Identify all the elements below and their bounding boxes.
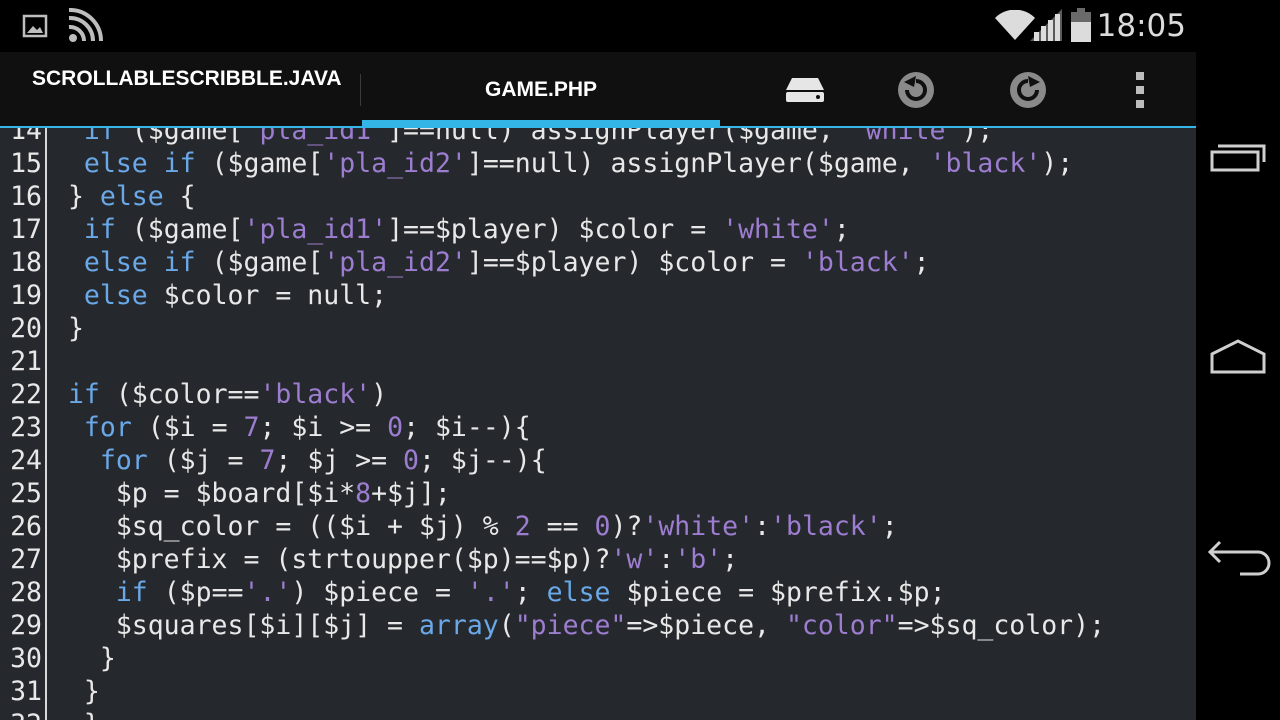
line-number: 29 (10, 610, 42, 641)
line-number: 17 (10, 214, 42, 245)
gutter-divider (45, 128, 47, 720)
tab-game-php[interactable]: GAME.PHP (362, 52, 720, 128)
status-bar: 18:05 (0, 0, 1196, 52)
navigation-bar (1196, 0, 1280, 720)
line-number: 19 (10, 280, 42, 311)
code-text: for ($i = 7; $i >= 0; $i--){ (83, 412, 531, 443)
code-line[interactable]: 22 if ($color=='black') (0, 378, 387, 411)
code-line[interactable]: 14 if ($game['pla_id1']==null) assignPla… (0, 128, 993, 147)
tab-label: SCROLLABLESCRIBBLE.JAVA (32, 67, 342, 90)
code-line[interactable]: 31 } (0, 675, 100, 708)
tab-divider (360, 74, 361, 106)
recent-apps-button[interactable] (1196, 116, 1280, 206)
clock: 18:05 (1096, 8, 1186, 44)
code-line[interactable]: 18 else if ($game['pla_id2']==$player) $… (0, 246, 930, 279)
code-line[interactable]: 21 (0, 345, 42, 378)
code-line[interactable]: 26 $sq_color = (($i + $j) % 2 == 0)?'whi… (0, 510, 898, 543)
code-editor[interactable]: 14 if ($game['pla_id1']==null) assignPla… (0, 128, 1196, 720)
code-line[interactable]: 19 else $color = null; (0, 279, 387, 312)
code-lines: 14 if ($game['pla_id1']==null) assignPla… (0, 128, 1105, 720)
line-number: 22 (10, 379, 42, 410)
code-line[interactable]: 27 $prefix = (strtoupper($p)==$p)?'w':'b… (0, 543, 738, 576)
active-tab-indicator (362, 120, 720, 128)
home-button[interactable] (1196, 316, 1280, 406)
code-text: } (52, 313, 84, 344)
code-line[interactable]: 29 $squares[$i][$j] = array("piece"=>$pi… (0, 609, 1105, 642)
code-text: } else { (52, 181, 196, 212)
code-text: $prefix = (strtoupper($p)==$p)?'w':'b'; (52, 544, 739, 575)
code-text: if ($game['pla_id1']==null) assignPlayer… (83, 128, 994, 146)
code-line[interactable]: 24 for ($j = 7; $j >= 0; $j--){ (0, 444, 547, 477)
code-line[interactable]: 20 } (0, 312, 84, 345)
code-text: for ($j = 7; $j >= 0; $j--){ (99, 445, 547, 476)
code-text: } (52, 643, 116, 674)
code-line[interactable]: 25 $p = $board[$i*8+$j]; (0, 477, 451, 510)
line-number: 28 (10, 577, 42, 608)
line-number: 18 (10, 247, 42, 278)
overflow-menu-button[interactable] (1100, 52, 1180, 128)
code-text: else if ($game['pla_id2']==$player) $col… (83, 247, 930, 278)
line-number: 31 (10, 676, 42, 707)
code-text: else $color = null; (83, 280, 388, 311)
tab-label: GAME.PHP (484, 78, 597, 101)
battery-icon (1070, 8, 1092, 46)
signal-icon (1028, 8, 1064, 46)
redo-button[interactable] (988, 52, 1068, 128)
line-number: 21 (10, 346, 42, 377)
code-line[interactable]: 15 else if ($game['pla_id2']==null) assi… (0, 147, 1073, 180)
action-bar: SCROLLABLESCRIBBLE.JAVA GAME.PHP (0, 52, 1196, 128)
code-text: if ($color=='black') (67, 379, 388, 410)
image-icon (22, 13, 48, 43)
line-number: 32 (0, 708, 42, 720)
back-button[interactable] (1196, 516, 1280, 606)
line-number: 24 (10, 445, 42, 476)
storage-button[interactable] (764, 52, 844, 128)
line-number: 23 (10, 412, 42, 443)
code-text: $squares[$i][$j] = array("piece"=>$piece… (52, 610, 1106, 641)
code-text: if ($p=='.') $piece = '.'; else $piece =… (115, 577, 946, 608)
code-line[interactable]: 28 if ($p=='.') $piece = '.'; else $piec… (0, 576, 945, 609)
code-line[interactable]: 32 } (0, 708, 100, 720)
line-number: 15 (10, 148, 42, 179)
undo-button[interactable] (876, 52, 956, 128)
line-number: 25 (10, 478, 42, 509)
code-text: } (52, 676, 100, 707)
code-text: } (52, 708, 100, 720)
tab-scrollablescribble-java[interactable]: SCROLLABLESCRIBBLE.JAVA (0, 52, 360, 128)
code-text: else if ($game['pla_id2']==null) assignP… (83, 148, 1074, 179)
code-line[interactable]: 30 } (0, 642, 116, 675)
cast-icon (66, 7, 104, 48)
line-number: 27 (10, 544, 42, 575)
line-number: 20 (10, 313, 42, 344)
line-number: 26 (10, 511, 42, 542)
code-text: $sq_color = (($i + $j) % 2 == 0)?'white'… (52, 511, 898, 542)
code-line[interactable]: 17 if ($game['pla_id1']==$player) $color… (0, 213, 850, 246)
line-number: 30 (10, 643, 42, 674)
line-number: 16 (10, 181, 42, 212)
code-text: if ($game['pla_id1']==$player) $color = … (83, 214, 850, 245)
code-text: $p = $board[$i*8+$j]; (52, 478, 451, 509)
code-line[interactable]: 23 for ($i = 7; $i >= 0; $i--){ (0, 411, 531, 444)
code-line[interactable]: 16 } else { (0, 180, 196, 213)
line-number: 14 (10, 128, 42, 146)
